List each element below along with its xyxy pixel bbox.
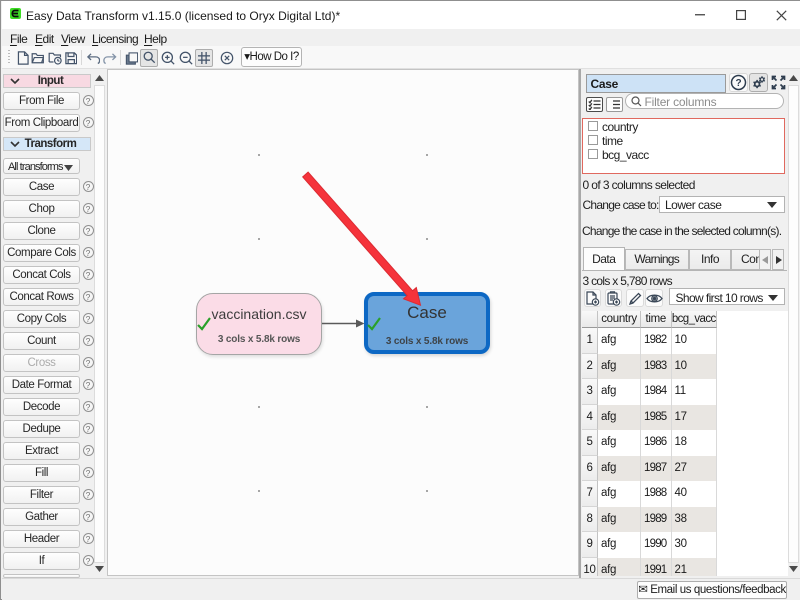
svg-text:?: ? bbox=[735, 78, 741, 89]
